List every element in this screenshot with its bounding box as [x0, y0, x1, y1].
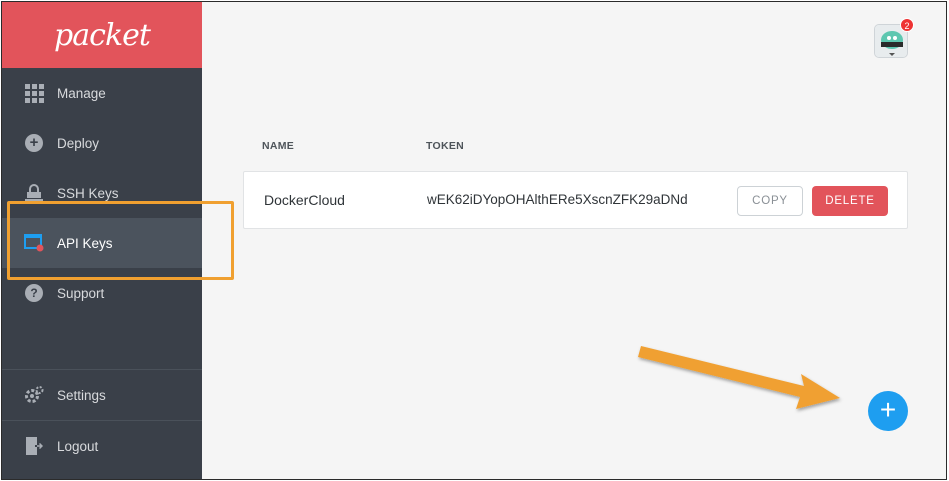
logout-icon — [24, 436, 44, 456]
question-icon: ? — [24, 283, 44, 303]
plus-circle-icon: + — [24, 133, 44, 153]
brand-header[interactable]: packet — [2, 2, 202, 68]
brand-logo: packet — [54, 17, 151, 53]
sidebar-item-label: Logout — [57, 438, 99, 454]
sidebar-item-settings[interactable]: Settings — [2, 370, 202, 420]
column-header-token: TOKEN — [426, 140, 465, 152]
delete-button[interactable]: DELETE — [812, 186, 888, 216]
sidebar-item-label: SSH Keys — [57, 185, 119, 201]
api-key-name: DockerCloud — [264, 192, 345, 208]
table-row: DockerCloud wEK62iDYopOHAlthERe5XscnZFK2… — [243, 171, 908, 229]
sidebar-item-label: Manage — [57, 85, 106, 101]
sidebar-item-logout[interactable]: Logout — [2, 421, 202, 471]
api-key-token: wEK62iDYopOHAlthERe5XscnZFK29aDNd — [427, 192, 688, 207]
column-header-name: NAME — [262, 140, 295, 152]
notification-badge: 2 — [900, 18, 914, 32]
user-avatar[interactable]: 2 — [874, 18, 914, 62]
main-content: 2 NAME TOKEN DockerCloud wEK62iDYopOHAlt… — [202, 2, 946, 479]
sidebar-item-label: Settings — [57, 387, 106, 403]
sidebar-item-label: Deploy — [57, 135, 100, 151]
sidebar-item-deploy[interactable]: + Deploy — [2, 118, 202, 168]
annotation-highlight-box — [7, 201, 234, 280]
sidebar-item-label: Support — [57, 285, 105, 301]
sidebar-item-manage[interactable]: Manage — [2, 68, 202, 118]
add-api-key-button[interactable]: + — [868, 391, 908, 431]
grid-icon — [24, 83, 44, 103]
copy-button[interactable]: COPY — [737, 186, 803, 216]
gear-icon — [24, 385, 44, 405]
lock-icon — [24, 183, 44, 203]
